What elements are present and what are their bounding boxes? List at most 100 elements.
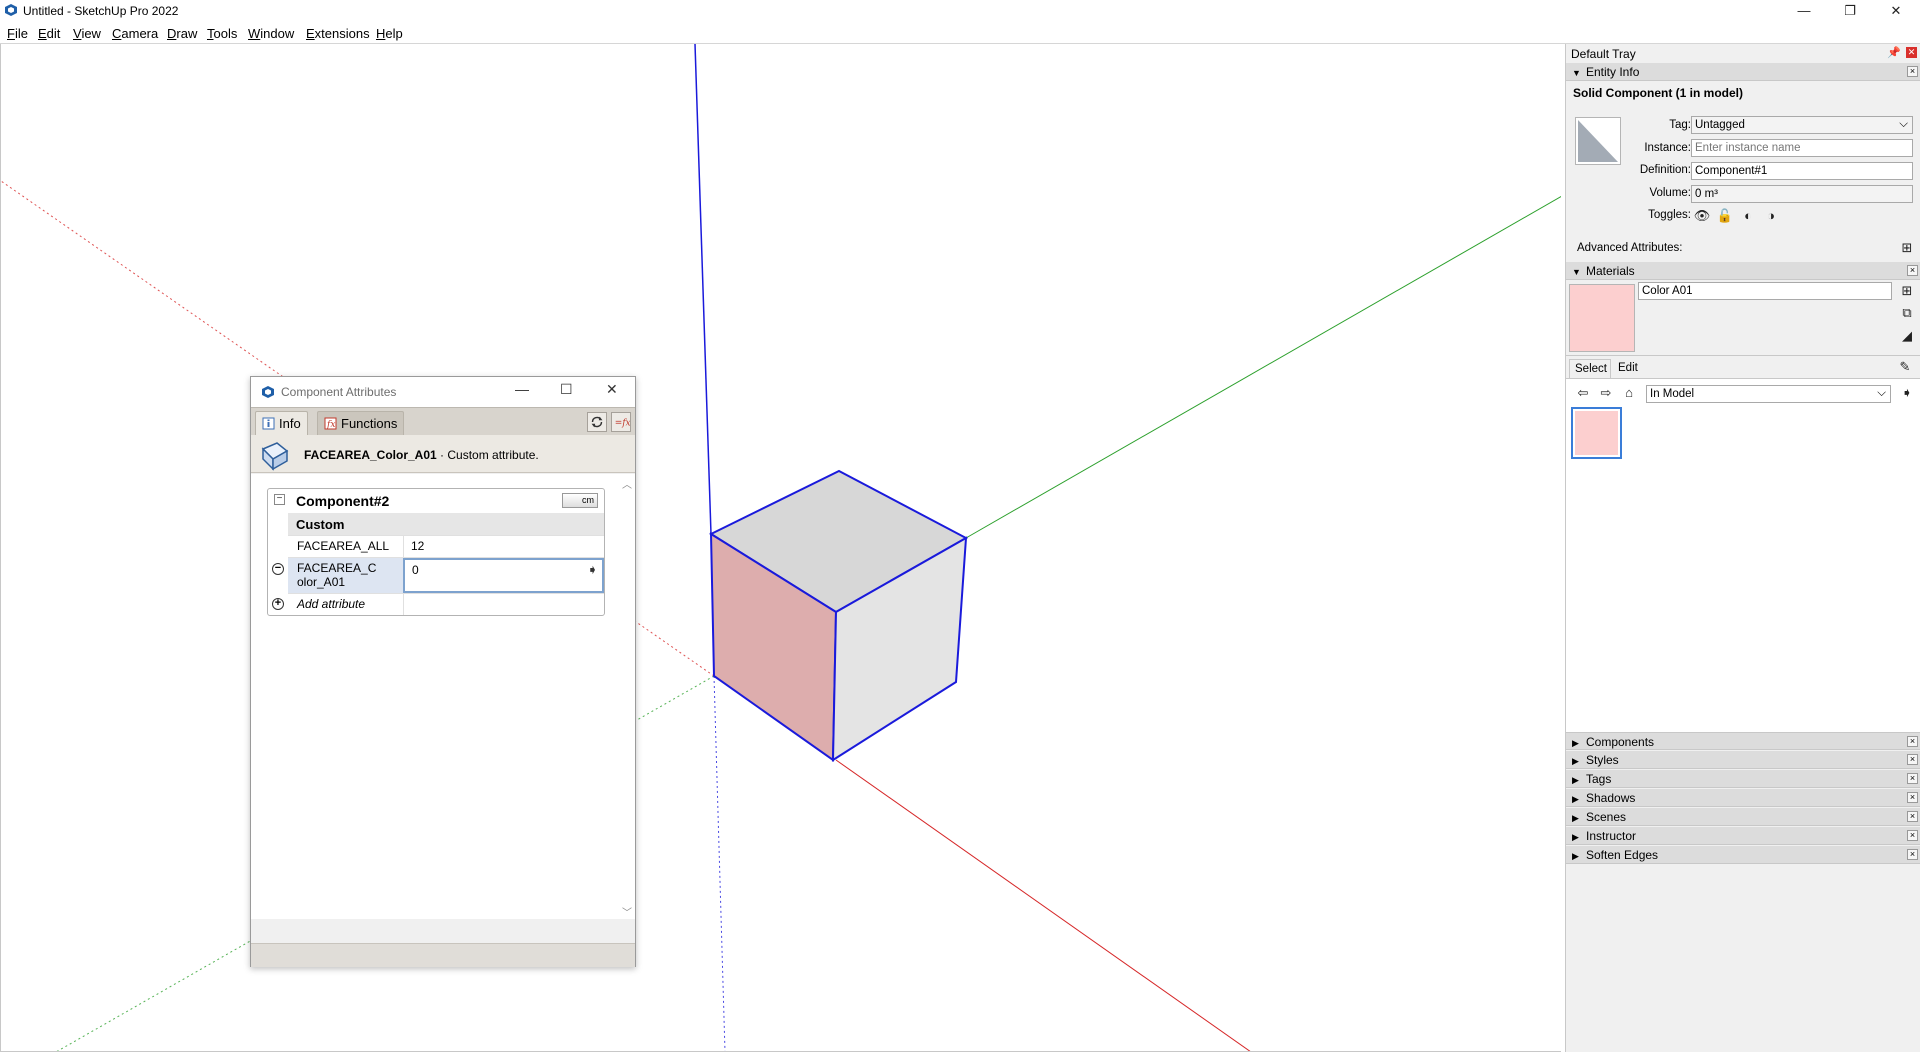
- minimize-button[interactable]: —: [1781, 0, 1827, 22]
- cast-shadows-icon[interactable]: ◑: [1762, 207, 1780, 225]
- component-attributes-dialog: Component Attributes — ☐ ✕ Info fx Functi…: [250, 376, 636, 967]
- library-value: In Model: [1650, 388, 1695, 400]
- add-attribute-row[interactable]: Add attribute: [288, 593, 604, 615]
- component-thumbnail-image: [1578, 120, 1618, 162]
- components-close-button[interactable]: ×: [1907, 736, 1918, 747]
- menu-draw[interactable]: Draw: [167, 26, 197, 41]
- menu-file[interactable]: File: [7, 26, 28, 41]
- definition-label: Definition:: [1639, 164, 1691, 176]
- formula-arrow-icon[interactable]: ➧: [587, 562, 598, 578]
- lock-toggle-icon[interactable]: 🔓: [1716, 207, 1734, 225]
- attribute-row[interactable]: FACEAREA_ALL 12: [288, 535, 604, 557]
- materials-close-button[interactable]: ×: [1907, 265, 1918, 276]
- back-arrow-icon[interactable]: ⇦: [1574, 384, 1592, 402]
- home-icon[interactable]: ⌂: [1620, 384, 1638, 402]
- materials-tab-select[interactable]: Select: [1569, 359, 1611, 378]
- add-attribute-label[interactable]: Add attribute: [288, 594, 403, 615]
- vertical-scrollbar[interactable]: ︿ ﹀: [621, 474, 633, 919]
- modeling-viewport[interactable]: [0, 44, 1561, 1052]
- sketchup-logo-icon: [5, 4, 17, 16]
- materials-tab-edit[interactable]: Edit: [1613, 362, 1638, 374]
- scroll-up-arrow-icon[interactable]: ︿: [621, 476, 633, 491]
- soften-edges-close-button[interactable]: ×: [1907, 849, 1918, 860]
- entity-info-panel-header[interactable]: ▼ Entity Info ×: [1566, 63, 1920, 81]
- default-material-icon[interactable]: ◢: [1898, 327, 1916, 345]
- attribute-description: · Custom attribute.: [436, 448, 539, 462]
- scenes-panel-header[interactable]: ▶ Scenes ×: [1566, 808, 1920, 826]
- entity-info-title: Entity Info: [1586, 65, 1640, 79]
- eyedropper-icon[interactable]: ✎: [1896, 358, 1914, 376]
- styles-panel-header[interactable]: ▶ Styles ×: [1566, 751, 1920, 769]
- tags-panel-header[interactable]: ▶ Tags ×: [1566, 770, 1920, 788]
- tab-info[interactable]: Info: [255, 411, 308, 437]
- details-arrow-icon[interactable]: ➧: [1898, 384, 1916, 402]
- materials-panel-header[interactable]: ▼ Materials ×: [1566, 262, 1920, 280]
- attribute-value-input[interactable]: 0 ➧: [403, 558, 604, 593]
- tab-functions[interactable]: fx Functions: [317, 411, 405, 436]
- shadows-close-button[interactable]: ×: [1907, 792, 1918, 803]
- soften-edges-title: Soften Edges: [1586, 848, 1659, 862]
- tag-label: Tag:: [1669, 119, 1691, 131]
- units-toggle-button[interactable]: cm: [562, 493, 598, 508]
- material-thumbnail[interactable]: [1571, 407, 1622, 459]
- pin-icon[interactable]: 📌: [1887, 46, 1901, 59]
- tags-close-button[interactable]: ×: [1907, 773, 1918, 784]
- styles-close-button[interactable]: ×: [1907, 754, 1918, 765]
- dialog-status-bar: [251, 943, 635, 967]
- blue-axis: [694, 44, 712, 535]
- instance-name-input[interactable]: Enter instance name: [1691, 139, 1913, 157]
- menu-view[interactable]: View: [73, 26, 101, 41]
- components-title: Components: [1586, 735, 1655, 749]
- material-details-icon[interactable]: ⊞: [1898, 282, 1916, 300]
- close-button[interactable]: ✕: [1873, 0, 1919, 22]
- formula-toggle-button[interactable]: =fx: [611, 412, 631, 432]
- dialog-minimize-button[interactable]: —: [515, 381, 529, 397]
- component-attribute-box: − Component#2 cm Custom FACEAREA_ALL 12 …: [267, 488, 605, 616]
- tray-close-button[interactable]: ✕: [1906, 47, 1917, 58]
- attribute-row-selected[interactable]: FACEAREA_C olor_A01 0 ➧: [288, 557, 604, 593]
- svg-text:fx: fx: [326, 420, 335, 430]
- material-library-select[interactable]: In Model ⌵: [1646, 385, 1891, 403]
- divider: [1566, 355, 1920, 356]
- menu-camera[interactable]: Camera: [112, 26, 158, 41]
- menu-window[interactable]: Window: [248, 26, 294, 41]
- window-title: Untitled - SketchUp Pro 2022: [23, 4, 179, 18]
- expand-advanced-attributes-icon[interactable]: ⊞: [1898, 239, 1916, 257]
- dialog-title-bar[interactable]: Component Attributes — ☐ ✕: [251, 377, 635, 407]
- refresh-button[interactable]: [587, 412, 607, 432]
- components-panel-header[interactable]: ▶ Components ×: [1566, 732, 1920, 750]
- attribute-value[interactable]: 12: [403, 536, 604, 557]
- tag-select[interactable]: Untagged ⌵: [1691, 116, 1913, 134]
- chevron-down-icon: ⌵: [1899, 118, 1908, 130]
- instance-label: Instance:: [1644, 142, 1691, 154]
- menu-help[interactable]: Help: [376, 26, 403, 41]
- entity-info-close-button[interactable]: ×: [1907, 66, 1918, 77]
- formula-icon: =fx: [615, 419, 631, 429]
- hide-toggle-eye-icon[interactable]: 👁: [1693, 207, 1711, 225]
- functions-icon: fx: [324, 417, 337, 430]
- shadows-panel-header[interactable]: ▶ Shadows ×: [1566, 789, 1920, 807]
- definition-input[interactable]: Component#1: [1691, 162, 1913, 180]
- scenes-close-button[interactable]: ×: [1907, 811, 1918, 822]
- shadows-title: Shadows: [1586, 791, 1636, 805]
- dialog-close-button[interactable]: ✕: [606, 381, 618, 398]
- materials-title: Materials: [1586, 264, 1635, 278]
- scroll-down-arrow-icon[interactable]: ﹀: [621, 904, 633, 919]
- receive-shadows-icon[interactable]: ◐: [1739, 207, 1757, 225]
- create-material-icon[interactable]: ⧉: [1898, 304, 1916, 322]
- restore-button[interactable]: ❐: [1827, 0, 1873, 22]
- add-attribute-icon[interactable]: +: [272, 598, 284, 610]
- instructor-close-button[interactable]: ×: [1907, 830, 1918, 841]
- collapse-component-button[interactable]: −: [274, 494, 285, 505]
- menu-extensions[interactable]: Extensions: [306, 26, 370, 41]
- sketchup-logo-icon: [262, 386, 274, 398]
- menu-tools[interactable]: Tools: [207, 26, 237, 41]
- forward-arrow-icon[interactable]: ⇨: [1597, 384, 1615, 402]
- menu-edit[interactable]: Edit: [38, 26, 60, 41]
- instructor-panel-header[interactable]: ▶ Instructor ×: [1566, 827, 1920, 845]
- soften-edges-panel-header[interactable]: ▶ Soften Edges ×: [1566, 846, 1920, 864]
- material-name-input[interactable]: Color A01: [1638, 282, 1892, 300]
- delete-attribute-button[interactable]: −: [272, 563, 284, 575]
- tab-functions-label: Functions: [341, 416, 398, 431]
- dialog-maximize-button[interactable]: ☐: [560, 381, 573, 398]
